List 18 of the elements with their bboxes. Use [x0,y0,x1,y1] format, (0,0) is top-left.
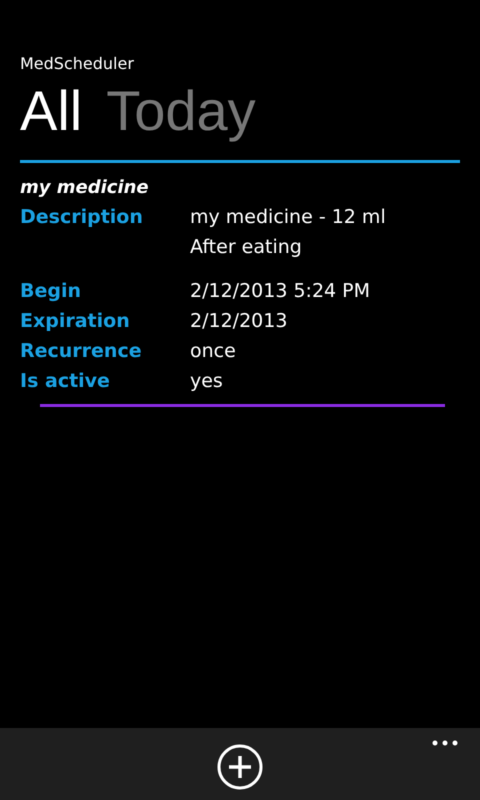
field-value: once [190,339,236,364]
app-title: MedScheduler [20,54,134,73]
field-label: Recurrence [20,339,143,364]
field-value: yes [190,369,223,394]
field-label: Description [20,205,144,230]
pivot-header[interactable]: All [20,79,82,143]
field-label: Expiration [20,309,131,334]
pivot-header[interactable]: Today [106,79,256,143]
field-label: Begin [20,279,82,304]
field-value: my medicine - 12 ml [190,205,386,230]
field-label: Is active [20,369,111,394]
field-value: 2/12/2013 [190,309,288,334]
add-button[interactable] [216,743,264,791]
field-value: 2/12/2013 5:24 PM [190,279,370,304]
more-icon[interactable] [432,740,458,746]
field-value: After eating [190,235,302,260]
plus-icon [216,743,264,791]
medicine-name: my medicine [20,177,149,198]
